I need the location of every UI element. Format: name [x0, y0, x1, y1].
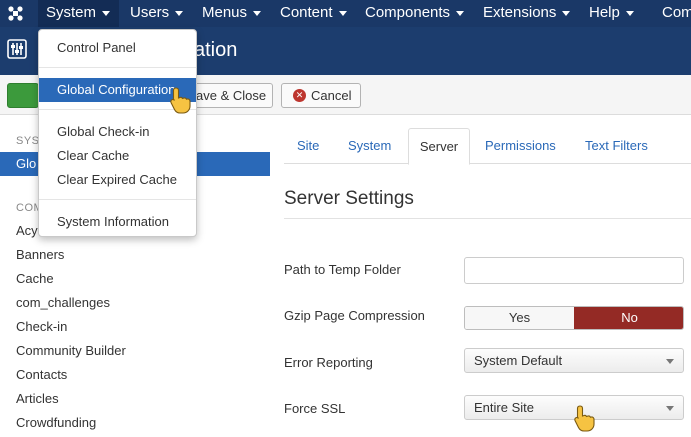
force-ssl-label: Force SSL: [284, 401, 346, 416]
gzip-toggle: Yes No: [464, 306, 684, 330]
gzip-no-button[interactable]: No: [574, 307, 683, 329]
chevron-down-icon: [175, 10, 184, 16]
gzip-yes-button[interactable]: Yes: [465, 307, 574, 329]
chevron-down-icon: [102, 10, 111, 16]
sidebar-item[interactable]: com_challenges: [16, 295, 110, 310]
chevron-down-icon: [253, 10, 262, 16]
force-ssl-value: Entire Site: [474, 400, 534, 415]
config-tabs: Site System Server Permissions Text Filt…: [284, 128, 691, 165]
sidebar-item[interactable]: Crowdfunding: [16, 415, 96, 430]
nav-components-label: Components: [365, 4, 451, 21]
menu-item-system-information[interactable]: System Information: [39, 210, 196, 234]
sidebar-item[interactable]: Cache: [16, 271, 54, 286]
gzip-label: Gzip Page Compression: [284, 308, 425, 323]
sliders-icon: [7, 39, 27, 59]
chevron-down-icon: [666, 359, 674, 364]
nav-components[interactable]: Components: [365, 0, 465, 27]
chevron-down-icon: [562, 10, 571, 16]
chevron-down-icon: [625, 10, 634, 16]
nav-menus[interactable]: Menus: [202, 0, 262, 27]
hand-pointer-icon: [574, 405, 595, 432]
hand-pointer-icon: [170, 87, 191, 114]
menu-item-clear-expired-cache[interactable]: Clear Expired Cache: [39, 168, 196, 192]
tab-system[interactable]: System: [348, 128, 391, 164]
error-reporting-label: Error Reporting: [284, 355, 373, 370]
nav-content-label: Content: [280, 4, 333, 21]
nav-extensions-label: Extensions: [483, 4, 557, 21]
tab-server[interactable]: Server: [408, 128, 470, 165]
page-title: ation: [194, 39, 238, 61]
nav-components-truncated[interactable]: Com: [662, 0, 691, 27]
nav-system-label: System: [46, 4, 97, 21]
tab-permissions[interactable]: Permissions: [485, 128, 556, 164]
nav-extensions[interactable]: Extensions: [483, 0, 571, 27]
error-reporting-value: System Default: [474, 353, 563, 368]
cancel-button[interactable]: ✕ Cancel: [281, 83, 361, 108]
menu-item-global-check-in[interactable]: Global Check-in: [39, 120, 196, 144]
joomla-logo-icon[interactable]: [7, 5, 24, 22]
temp-path-label: Path to Temp Folder: [284, 262, 401, 277]
menu-item-clear-cache[interactable]: Clear Cache: [39, 144, 196, 168]
cancel-label: Cancel: [311, 88, 352, 103]
save-close-button[interactable]: ave & Close: [186, 83, 273, 108]
sidebar-item[interactable]: Banners: [16, 247, 64, 262]
chevron-down-icon: [666, 406, 674, 411]
nav-truncated-label: Com: [662, 4, 691, 21]
chevron-down-icon: [456, 10, 465, 16]
nav-users-label: Users: [130, 4, 170, 21]
section-title: Server Settings: [284, 188, 414, 209]
sidebar-section-heading: SYS: [16, 135, 40, 147]
sidebar-item[interactable]: Check-in: [16, 319, 67, 334]
menu-divider: [39, 67, 196, 68]
sidebar-item[interactable]: Acy: [16, 223, 38, 238]
sidebar-item[interactable]: Community Builder: [16, 343, 126, 358]
nav-help-label: Help: [589, 4, 620, 21]
section-divider: [284, 218, 691, 219]
top-navbar: System Users Menus Content Components Ex…: [0, 0, 691, 27]
nav-menus-label: Menus: [202, 4, 248, 21]
save-button[interactable]: [7, 83, 39, 108]
tab-text-filters[interactable]: Text Filters: [585, 128, 648, 164]
save-close-label: ave & Close: [196, 88, 267, 103]
error-reporting-select[interactable]: System Default: [464, 348, 684, 373]
temp-path-input[interactable]: [464, 257, 684, 284]
chevron-down-icon: [338, 10, 347, 16]
nav-content[interactable]: Content: [280, 0, 347, 27]
sidebar-item[interactable]: Contacts: [16, 367, 67, 382]
nav-help[interactable]: Help: [589, 0, 634, 27]
system-dropdown-menu: Control Panel Global Configuration Globa…: [38, 29, 197, 237]
menu-divider: [39, 199, 196, 200]
nav-system[interactable]: System: [38, 0, 120, 27]
nav-users[interactable]: Users: [130, 0, 184, 27]
cancel-icon: ✕: [293, 89, 306, 102]
menu-item-control-panel[interactable]: Control Panel: [39, 36, 196, 60]
sidebar-item[interactable]: Articles: [16, 391, 59, 406]
tab-site[interactable]: Site: [297, 128, 319, 164]
